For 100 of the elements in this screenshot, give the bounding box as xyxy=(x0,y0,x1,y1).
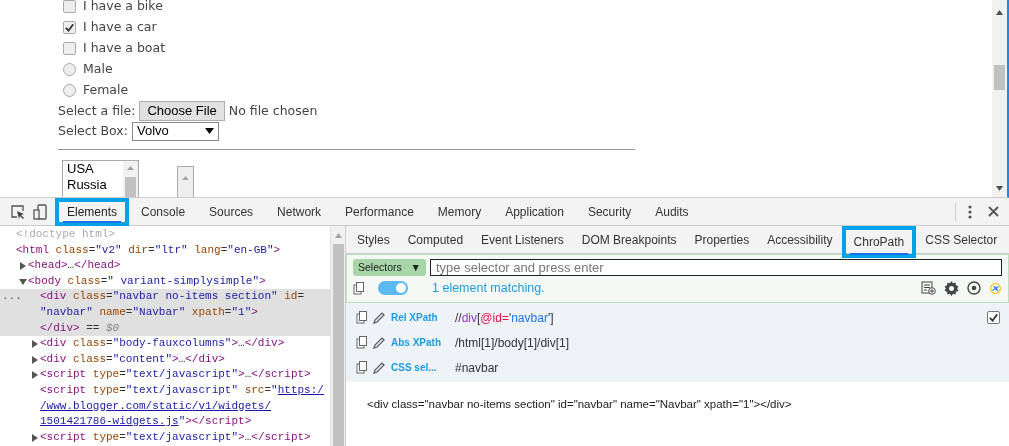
collapsed-arrow-icon[interactable] xyxy=(30,355,39,364)
field-label: Select Box: xyxy=(58,121,128,140)
crossed-circle-icon[interactable] xyxy=(989,281,1002,295)
code-text: " xyxy=(271,383,278,396)
dom-node[interactable]: <script type="text/javascript" src="https:/ /www.blogger.com/static/v1/widgets/ 1501421786-widgets.js"></script> xyxy=(0,382,330,430)
code-line: "navbar" name="Navbar" xpath="1"> xyxy=(40,304,258,320)
radio-button[interactable] xyxy=(63,84,76,97)
code-line: <script type="text/javascript">…</script> xyxy=(40,429,311,445)
scrollbar[interactable] xyxy=(330,226,345,446)
code-line: <html class="v2" dir="ltr" lang="en-GB"> xyxy=(16,242,281,258)
dom-node[interactable]: <script type="text/javascript">…</script> xyxy=(0,429,330,446)
checkbox[interactable] xyxy=(987,311,1000,324)
checkbox-label: I have a boat xyxy=(83,39,166,58)
devtools-tab[interactable]: Network xyxy=(265,197,334,226)
dom-node[interactable]: <head>…</head> xyxy=(0,258,330,274)
pencil-icon[interactable] xyxy=(373,361,385,374)
list-option[interactable]: Russia xyxy=(67,177,123,193)
radio-label: Male xyxy=(83,60,113,79)
dom-node[interactable]: <body class=" variant-simplysimple"> xyxy=(0,273,330,290)
code-text: " xyxy=(178,415,186,428)
dom-node[interactable]: <html class="v2" dir="ltr" lang="en-GB"> xyxy=(0,242,330,259)
sidebar-tab[interactable]: Accessibility xyxy=(758,225,842,254)
sidebar-tab[interactable]: Styles xyxy=(348,225,399,254)
devtools-tab[interactable]: Security xyxy=(575,197,644,226)
close-icon[interactable] xyxy=(988,206,999,217)
list-option[interactable]: USA xyxy=(67,161,123,177)
result-label: Abs XPath xyxy=(391,336,442,350)
code-link[interactable]: 1501421786-widgets.js xyxy=(40,415,179,428)
radio-button[interactable] xyxy=(63,63,76,76)
code-text: type xyxy=(91,383,120,396)
settings-icon[interactable] xyxy=(944,280,959,296)
sidebar-tab[interactable]: DOM Breakpoints xyxy=(572,225,686,254)
device-icon[interactable] xyxy=(33,203,47,220)
dom-node[interactable]: <div class="content">…</div> xyxy=(0,351,330,368)
toggle-switch[interactable] xyxy=(378,281,408,295)
collapsed-arrow-icon[interactable] xyxy=(30,371,39,380)
selector-mode-dropdown[interactable]: Selectors ▼ xyxy=(353,259,426,276)
select-box[interactable]: Volvo xyxy=(132,121,219,141)
checkbox-label: I have a car xyxy=(83,18,157,37)
sidebar-tab[interactable]: Properties xyxy=(685,225,759,254)
dots-icon[interactable]: ... xyxy=(2,289,22,305)
collapsed-arrow-icon[interactable] xyxy=(30,339,39,348)
code-text: = xyxy=(264,383,272,396)
dropdown-arrow-icon xyxy=(205,128,214,134)
scrollbar[interactable] xyxy=(123,161,138,197)
collapsed-arrow-icon[interactable] xyxy=(30,433,39,442)
sidebar-tab[interactable]: Event Listeners xyxy=(472,225,573,254)
code-link[interactable]: https:/ xyxy=(277,383,324,396)
pencil-icon[interactable] xyxy=(373,336,385,349)
sidebar-tab[interactable]: CSS Selector xyxy=(916,225,1007,254)
copy-icon[interactable] xyxy=(356,336,367,349)
devtools-tab[interactable]: Sources xyxy=(197,197,266,226)
sidebar-tab[interactable]: ChroPath xyxy=(841,225,917,258)
code-text: "text/javascript" xyxy=(125,383,239,396)
result-label: CSS sel... xyxy=(391,361,438,375)
radio-label: Female xyxy=(83,81,129,100)
pencil-icon[interactable] xyxy=(373,311,385,324)
result-value: //div[@id='navbar'] xyxy=(455,309,554,327)
devtools-tab[interactable]: Audits xyxy=(643,197,701,226)
code-line: <head>…</head> xyxy=(28,258,121,274)
code-line: <script type="text/javascript">…</script> xyxy=(40,367,311,383)
dom-node[interactable]: ... <div class="navbar no-items section" id= "navbar" name="Navbar" xpath="1"> </div> == $0 xyxy=(0,289,330,337)
devtools-tab[interactable]: Elements xyxy=(55,197,130,226)
code-line: <div class="navbar no-items section" id= xyxy=(40,289,305,305)
devtools-tab[interactable]: Performance xyxy=(333,197,426,226)
field-label: Select a file: xyxy=(58,101,136,120)
result-value: #navbar xyxy=(455,359,499,377)
collapsed-arrow-icon[interactable] xyxy=(18,262,27,270)
inspect-icon[interactable] xyxy=(11,204,25,219)
copy-icon[interactable] xyxy=(356,311,367,324)
code-text: src xyxy=(243,383,265,396)
expanded-arrow-icon[interactable] xyxy=(18,277,27,286)
result-label: Rel XPath xyxy=(391,311,439,325)
target-icon[interactable] xyxy=(967,281,981,295)
file-status: No file chosen xyxy=(228,101,318,120)
copy-icon[interactable] xyxy=(356,361,367,374)
code-link[interactable]: /www.blogger.com/static/v1/widgets/ xyxy=(40,399,272,412)
checkbox[interactable] xyxy=(63,42,76,55)
more-menu-icon[interactable] xyxy=(968,204,972,219)
checkbox[interactable] xyxy=(63,0,76,13)
checkbox[interactable] xyxy=(63,21,76,34)
devtools-tab[interactable]: Application xyxy=(493,197,576,226)
choose-file-button[interactable]: Choose File xyxy=(139,101,225,121)
code-line: <div class="body-fauxcolumns">…</div> xyxy=(40,336,285,352)
selector-input[interactable]: type selector and press enter xyxy=(430,259,1002,276)
devtools-tab[interactable]: Memory xyxy=(425,197,494,226)
scrollbar[interactable] xyxy=(992,0,1007,197)
sidebar-tab[interactable]: Computed xyxy=(398,225,473,254)
copy-icon[interactable] xyxy=(353,281,364,295)
output-text: <div class="navbar no-items section" id="navbar" name="Navbar" xpath="1"></div> xyxy=(366,397,793,412)
checkbox-label: I have a bike xyxy=(83,0,163,16)
code-line: <!doctype html> xyxy=(16,227,116,242)
dom-node[interactable]: <div class="body-fauxcolumns">…</div> xyxy=(0,336,330,352)
code-text: <script xyxy=(40,383,87,396)
add-list-icon[interactable] xyxy=(921,281,936,295)
code-line: <div class="content">…</div> xyxy=(40,351,225,367)
match-count: 1 element matching. xyxy=(432,279,545,297)
devtools-tab[interactable]: Console xyxy=(129,197,198,226)
dom-node[interactable]: <script type="text/javascript">…</script> xyxy=(0,367,330,383)
list-box[interactable]: USA Russia xyxy=(62,160,139,197)
